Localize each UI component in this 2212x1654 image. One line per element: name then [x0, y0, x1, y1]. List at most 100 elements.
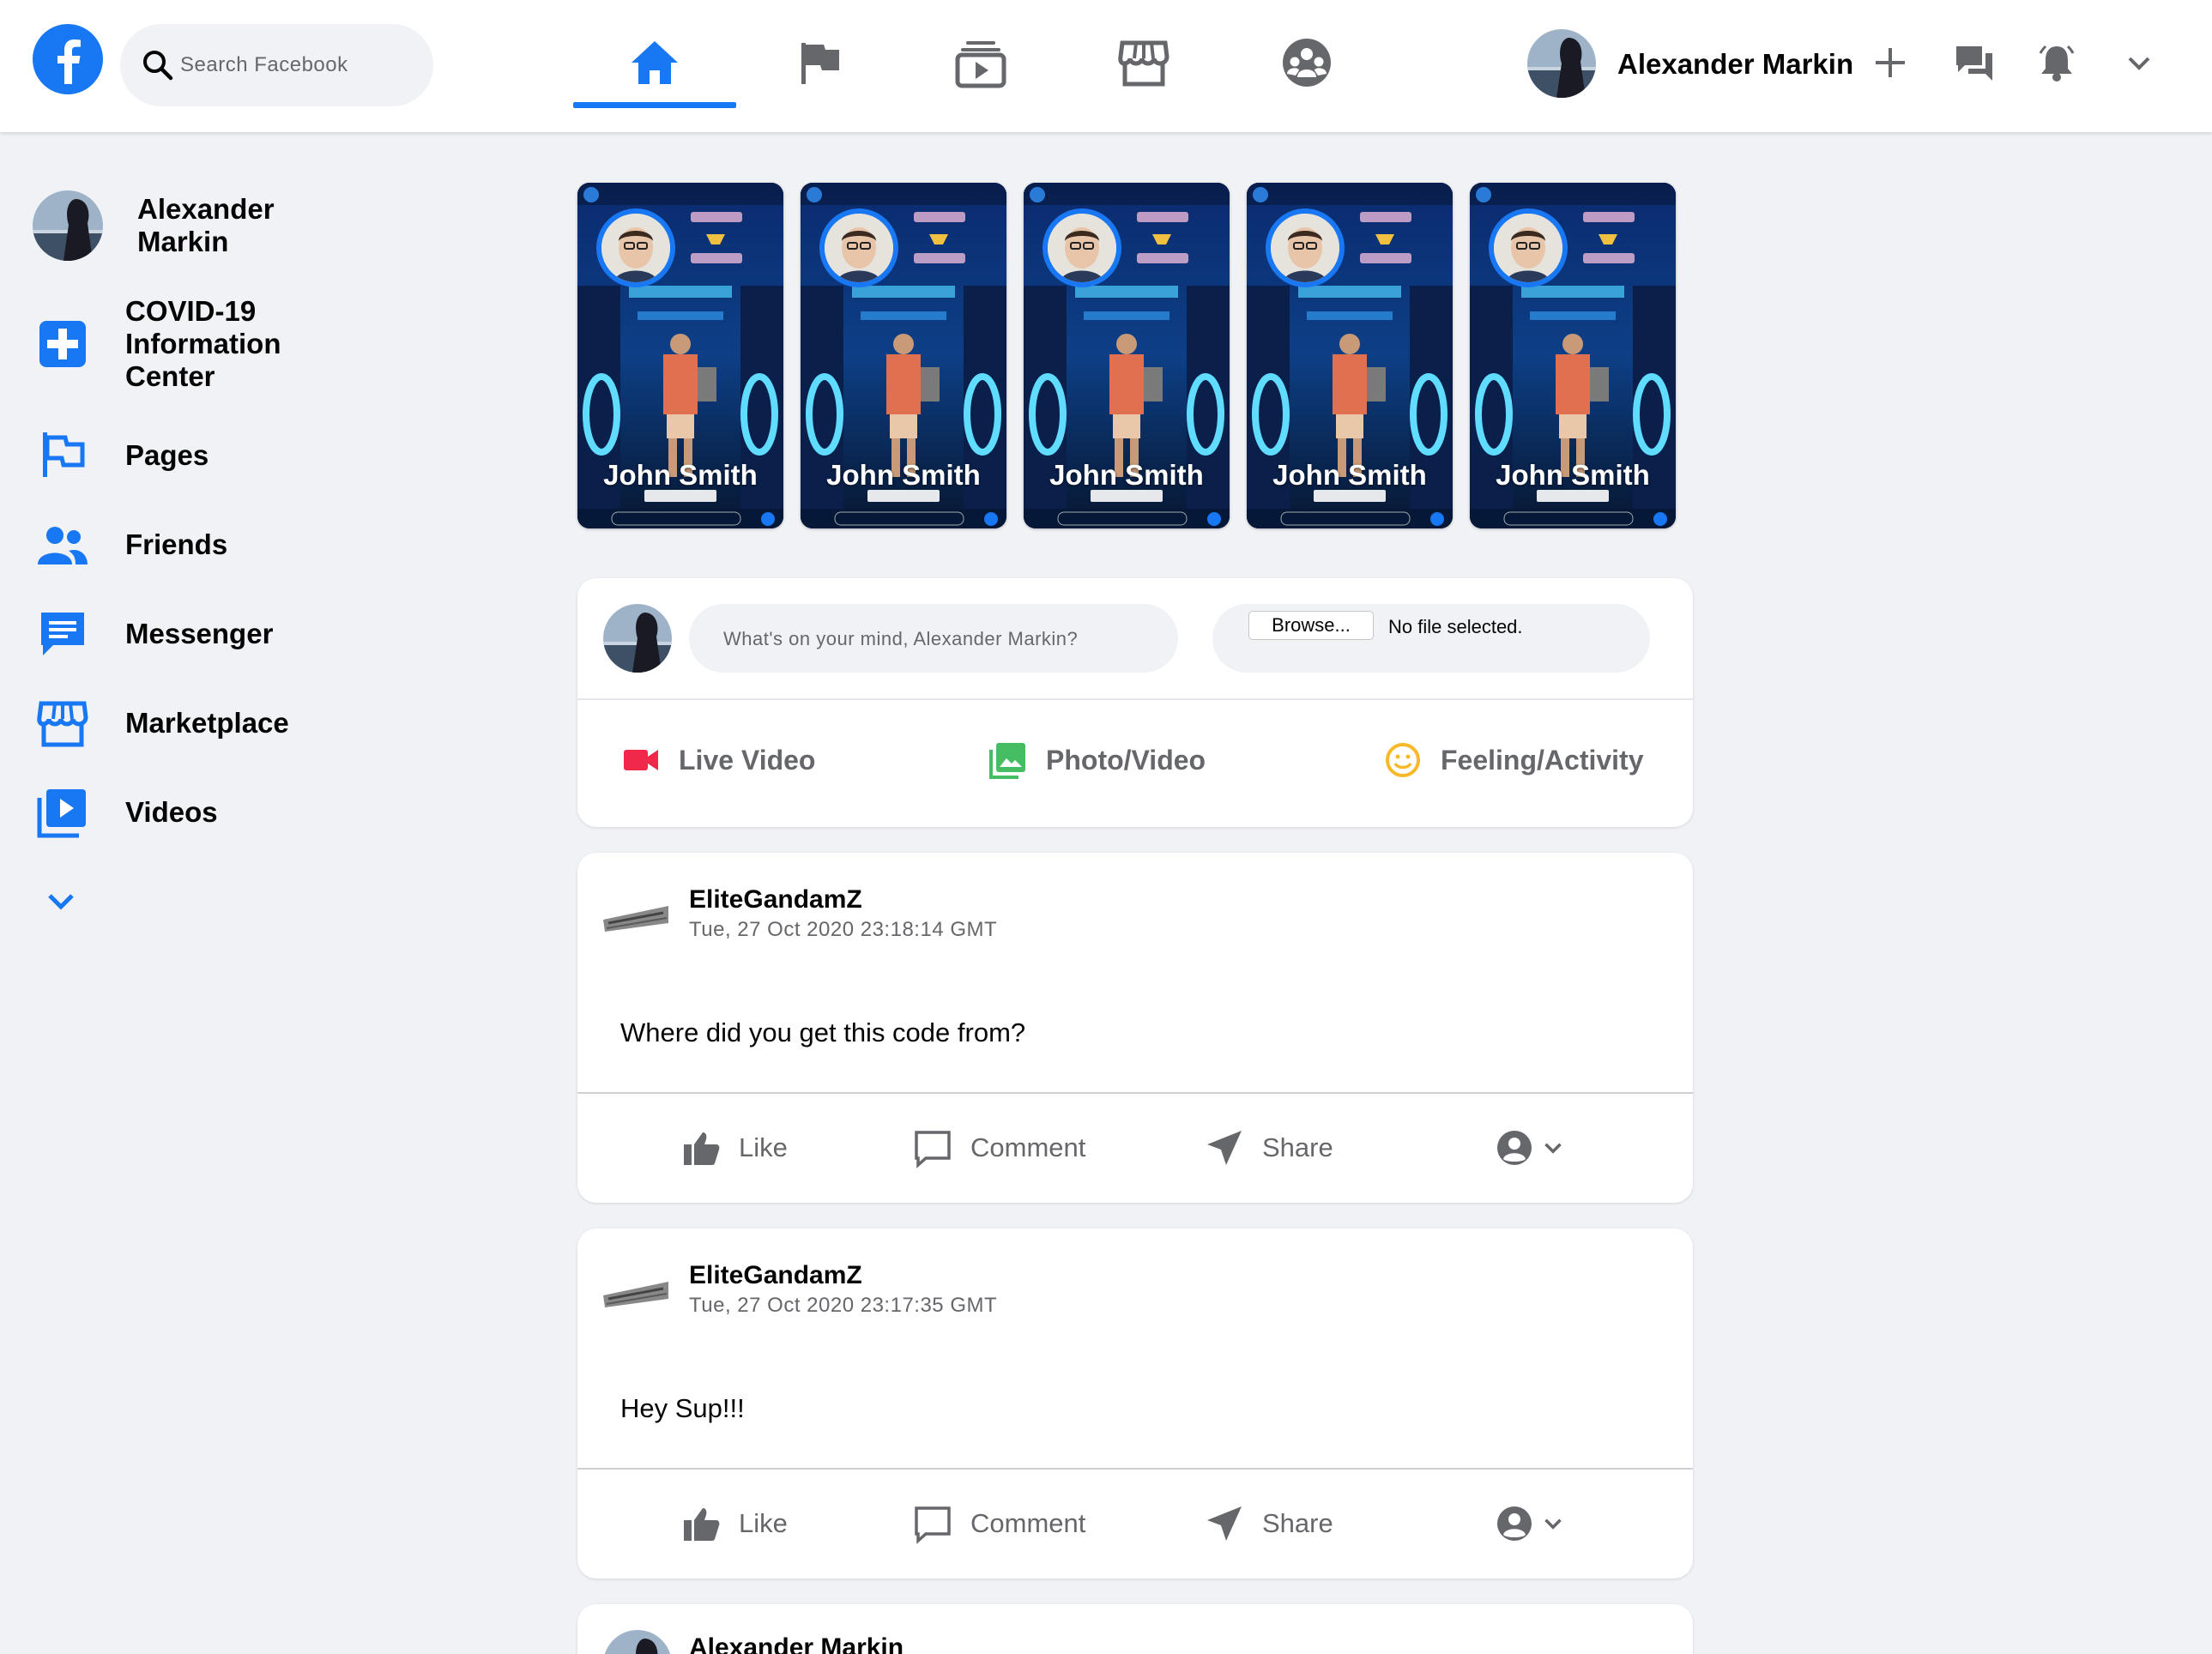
comment-button[interactable]: Comment — [912, 1503, 1085, 1544]
medical-cross-icon — [39, 321, 86, 367]
sidebar-item-label: Pages — [125, 439, 209, 471]
tab-pages[interactable] — [738, 24, 901, 106]
flag-icon — [43, 432, 85, 477]
story-name: John Smith — [1049, 459, 1204, 491]
comment-label: Comment — [970, 1508, 1086, 1538]
bell-icon[interactable] — [2035, 41, 2078, 84]
story-avatar — [1043, 208, 1121, 287]
audience-selector[interactable] — [1494, 1127, 1568, 1168]
tab-marketplace[interactable] — [1062, 24, 1225, 106]
story-card[interactable]: John Smith — [1024, 183, 1230, 528]
share-arrow-icon — [1207, 1131, 1242, 1165]
status-input[interactable]: What's on your mind, Alexander Markin? — [689, 604, 1178, 673]
comment-button[interactable]: Comment — [912, 1127, 1085, 1168]
post-card: EliteGandamZ Tue, 27 Oct 2020 23:17:35 G… — [577, 1228, 1693, 1579]
author-avatar-logo[interactable] — [601, 1273, 670, 1313]
story-avatar — [819, 208, 898, 287]
divider — [577, 1468, 1693, 1470]
thumbs-up-icon — [684, 1132, 720, 1165]
sidebar-item-marketplace[interactable]: Marketplace — [33, 693, 289, 753]
story-name: John Smith — [1496, 459, 1650, 491]
browse-button[interactable]: Browse... — [1248, 611, 1374, 640]
author-avatar-logo[interactable] — [601, 897, 670, 937]
tab-home[interactable] — [573, 24, 736, 108]
chevron-down-icon[interactable] — [2118, 41, 2161, 84]
chevron-down-icon — [1544, 1143, 1562, 1154]
comment-label: Comment — [970, 1132, 1086, 1162]
share-arrow-icon — [1207, 1506, 1242, 1541]
post-body: Where did you get this code from? — [620, 1017, 1026, 1047]
video-play-icon — [37, 789, 86, 838]
post-card: EliteGandamZ Tue, 27 Oct 2020 23:18:14 G… — [577, 853, 1693, 1203]
user-circle-icon — [1497, 1131, 1532, 1165]
search-placeholder: Search Facebook — [180, 53, 348, 76]
feeling-activity-button[interactable]: Feeling/Activity — [1382, 739, 1644, 781]
story-name: John Smith — [603, 459, 758, 491]
post-author[interactable]: EliteGandamZ — [689, 885, 862, 915]
tab-groups[interactable] — [1225, 24, 1388, 106]
sidebar-item-messenger[interactable]: Messenger — [33, 604, 273, 664]
story-avatar — [1489, 208, 1568, 287]
video-camera-icon — [624, 750, 658, 770]
action-label: Photo/Video — [1046, 744, 1206, 776]
user-circle-icon — [1497, 1506, 1532, 1541]
share-label: Share — [1262, 1508, 1333, 1538]
groups-icon — [1283, 39, 1331, 87]
file-upload-field[interactable]: Browse... No file selected. — [1212, 604, 1650, 673]
post-timestamp[interactable]: Tue, 27 Oct 2020 23:17:35 GMT — [689, 1294, 997, 1318]
like-button[interactable]: Like — [680, 1127, 788, 1168]
facebook-logo-icon[interactable] — [33, 24, 103, 94]
post-author[interactable]: EliteGandamZ — [689, 1261, 862, 1290]
avatar — [33, 190, 103, 261]
search-icon — [143, 51, 173, 81]
status-placeholder: What's on your mind, Alexander Markin? — [723, 628, 1079, 649]
sidebar-item-label: Marketplace — [125, 707, 289, 739]
tab-watch[interactable] — [899, 24, 1062, 106]
sidebar-item-label: Videos — [125, 796, 218, 828]
live-video-button[interactable]: Live Video — [620, 739, 815, 781]
like-button[interactable]: Like — [680, 1503, 788, 1544]
photo-video-button[interactable]: Photo/Video — [988, 739, 1206, 781]
story-card[interactable]: John Smith — [1470, 183, 1676, 528]
share-button[interactable]: Share — [1204, 1503, 1333, 1544]
flag-icon — [801, 43, 839, 84]
plus-icon[interactable] — [1869, 41, 1912, 84]
sidebar-item-videos[interactable]: Videos — [33, 782, 218, 842]
avatar — [603, 604, 672, 673]
share-button[interactable]: Share — [1204, 1127, 1333, 1168]
video-icon — [955, 41, 1006, 88]
story-card[interactable]: John Smith — [1247, 183, 1453, 528]
chevron-down-icon[interactable] — [43, 884, 79, 920]
story-card[interactable]: John Smith — [801, 183, 1006, 528]
sidebar-profile[interactable]: Alexander Markin — [33, 190, 275, 261]
shop-icon — [1118, 40, 1169, 87]
post-author[interactable]: Alexander Markin — [689, 1633, 904, 1654]
avatar[interactable] — [603, 1630, 672, 1654]
post-timestamp[interactable]: Tue, 27 Oct 2020 23:18:14 GMT — [689, 918, 997, 942]
story-name: John Smith — [826, 459, 981, 491]
like-label: Like — [739, 1508, 788, 1538]
chevron-down-icon — [1544, 1518, 1562, 1530]
profile-avatar[interactable] — [1527, 29, 1596, 98]
shop-icon — [37, 701, 88, 747]
sidebar-item-pages[interactable]: Pages — [33, 426, 209, 486]
search-input[interactable]: Search Facebook — [120, 24, 433, 106]
action-label: Live Video — [679, 744, 816, 776]
chat-bubbles-icon[interactable] — [1953, 41, 1996, 84]
friends-icon — [38, 527, 88, 564]
audience-selector[interactable] — [1494, 1503, 1568, 1544]
post-body: Hey Sup!!! — [620, 1393, 745, 1423]
sidebar-item-covid[interactable]: COVID-19 Information Center — [33, 295, 297, 393]
comment-icon — [915, 1506, 951, 1544]
like-label: Like — [739, 1132, 788, 1162]
thumbs-up-icon — [684, 1508, 720, 1541]
photo-icon — [989, 743, 1025, 779]
divider — [577, 1092, 1693, 1094]
story-card[interactable]: John Smith — [577, 183, 783, 528]
comment-icon — [915, 1131, 951, 1168]
share-label: Share — [1262, 1132, 1333, 1162]
sidebar-item-friends[interactable]: Friends — [33, 515, 227, 575]
sidebar-profile-name: Alexander Markin — [137, 193, 275, 257]
smiley-icon — [1386, 743, 1420, 777]
profile-name[interactable]: Alexander Markin — [1617, 48, 1853, 81]
